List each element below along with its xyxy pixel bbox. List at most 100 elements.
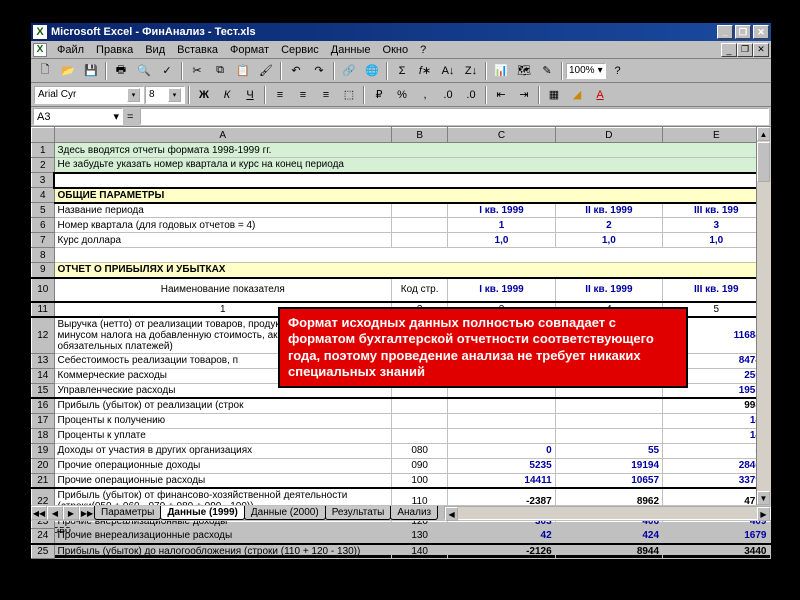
- cut-icon[interactable]: ✂: [186, 61, 208, 81]
- row-19[interactable]: 19: [32, 443, 55, 458]
- paste-icon[interactable]: 📋: [232, 61, 254, 81]
- row-7[interactable]: 7: [32, 233, 55, 248]
- row-24[interactable]: 24: [32, 529, 55, 544]
- print-icon[interactable]: 🖶: [110, 61, 132, 81]
- row-18[interactable]: 18: [32, 428, 55, 443]
- tab-results[interactable]: Результаты: [325, 506, 392, 520]
- align-center-icon[interactable]: ≡: [292, 85, 314, 105]
- menu-tools[interactable]: Сервис: [275, 43, 325, 57]
- tab-data-2000[interactable]: Данные (2000): [244, 506, 326, 520]
- menu-file[interactable]: Файл: [51, 43, 90, 57]
- col-C[interactable]: C: [448, 128, 555, 143]
- cell-a3[interactable]: [54, 173, 770, 188]
- row-15[interactable]: 15: [32, 383, 55, 398]
- format-painter-icon[interactable]: 🖌: [255, 61, 277, 81]
- autosum-icon[interactable]: Σ: [391, 61, 413, 81]
- row-8[interactable]: 8: [32, 248, 55, 263]
- row-25[interactable]: 25: [32, 544, 55, 559]
- row-2[interactable]: 2: [32, 158, 55, 173]
- hint2[interactable]: Не забудьте указать номер квартала и кур…: [54, 158, 770, 173]
- sort-asc-icon[interactable]: A↓: [437, 61, 459, 81]
- tab-first-icon[interactable]: ◀◀: [31, 506, 47, 520]
- font-color-icon[interactable]: A: [589, 85, 611, 105]
- align-left-icon[interactable]: ≡: [269, 85, 291, 105]
- bold-icon[interactable]: Ж: [193, 85, 215, 105]
- scroll-right-icon[interactable]: ▶: [757, 507, 770, 521]
- inc-indent-icon[interactable]: ⇥: [513, 85, 535, 105]
- row-21[interactable]: 21: [32, 473, 55, 488]
- sort-desc-icon[interactable]: Z↓: [460, 61, 482, 81]
- section-general[interactable]: ОБЩИЕ ПАРАМЕТРЫ: [54, 188, 770, 203]
- help-icon[interactable]: ?: [607, 61, 629, 81]
- row-5[interactable]: 5: [32, 203, 55, 218]
- menu-help[interactable]: ?: [414, 43, 432, 57]
- vertical-scrollbar[interactable]: ▲ ▼: [756, 127, 771, 505]
- row-4[interactable]: 4: [32, 188, 55, 203]
- close-button[interactable]: ✕: [753, 25, 769, 39]
- dec-indent-icon[interactable]: ⇤: [490, 85, 512, 105]
- inc-decimal-icon[interactable]: .0: [437, 85, 459, 105]
- tab-analysis[interactable]: Анализ: [390, 506, 438, 520]
- row-14[interactable]: 14: [32, 368, 55, 383]
- name-box[interactable]: A3▾: [33, 108, 123, 125]
- tab-data-1999[interactable]: Данные (1999): [160, 506, 245, 520]
- spell-icon[interactable]: ✓: [156, 61, 178, 81]
- map-icon[interactable]: 🗺: [513, 61, 535, 81]
- select-all[interactable]: [32, 128, 55, 143]
- currency-icon[interactable]: ₽: [368, 85, 390, 105]
- italic-icon[interactable]: К: [216, 85, 238, 105]
- mdi-close-button[interactable]: ✕: [753, 43, 769, 57]
- preview-icon[interactable]: 🔍: [133, 61, 155, 81]
- save-icon[interactable]: 💾: [80, 61, 102, 81]
- row-20[interactable]: 20: [32, 458, 55, 473]
- scroll-thumb[interactable]: [757, 142, 770, 182]
- comma-icon[interactable]: ,: [414, 85, 436, 105]
- menu-format[interactable]: Формат: [224, 43, 275, 57]
- fill-color-icon[interactable]: ◢: [566, 85, 588, 105]
- font-size-combo[interactable]: 8▾: [145, 86, 185, 104]
- menu-data[interactable]: Данные: [325, 43, 377, 57]
- row-16[interactable]: 16: [32, 398, 55, 413]
- row-6[interactable]: 6: [32, 218, 55, 233]
- row-3[interactable]: 3: [32, 173, 55, 188]
- redo-icon[interactable]: ↷: [308, 61, 330, 81]
- open-icon[interactable]: 📂: [57, 61, 79, 81]
- web-icon[interactable]: 🌐: [361, 61, 383, 81]
- row-11[interactable]: 11: [32, 302, 55, 317]
- new-icon[interactable]: 🗋: [34, 61, 56, 81]
- horizontal-scrollbar[interactable]: ◀ ▶: [444, 506, 771, 520]
- borders-icon[interactable]: ▦: [543, 85, 565, 105]
- chart-icon[interactable]: 📊: [490, 61, 512, 81]
- underline-icon[interactable]: Ч: [239, 85, 261, 105]
- row-10[interactable]: 10: [32, 278, 55, 302]
- tab-params[interactable]: Параметры: [94, 506, 161, 520]
- mdi-minimize-button[interactable]: _: [721, 43, 737, 57]
- row-12[interactable]: 12: [32, 317, 55, 354]
- col-D[interactable]: D: [555, 128, 662, 143]
- row-13[interactable]: 13: [32, 353, 55, 368]
- undo-icon[interactable]: ↶: [285, 61, 307, 81]
- copy-icon[interactable]: ⧉: [209, 61, 231, 81]
- menu-window[interactable]: Окно: [377, 43, 415, 57]
- section-pl[interactable]: ОТЧЕТ О ПРИБЫЛЯХ И УБЫТКАХ: [54, 263, 770, 278]
- merge-icon[interactable]: ⬚: [338, 85, 360, 105]
- menu-edit[interactable]: Правка: [90, 43, 139, 57]
- maximize-button[interactable]: ❐: [735, 25, 751, 39]
- scroll-up-icon[interactable]: ▲: [757, 127, 770, 141]
- tab-next-icon[interactable]: ▶: [63, 506, 79, 520]
- tab-last-icon[interactable]: ▶▶: [79, 506, 95, 520]
- dec-decimal-icon[interactable]: .0: [460, 85, 482, 105]
- tab-prev-icon[interactable]: ◀: [47, 506, 63, 520]
- row-1[interactable]: 1: [32, 143, 55, 158]
- align-right-icon[interactable]: ≡: [315, 85, 337, 105]
- col-A[interactable]: A: [54, 128, 392, 143]
- percent-icon[interactable]: %: [391, 85, 413, 105]
- zoom-combo[interactable]: 100%▾: [566, 63, 606, 79]
- formula-input[interactable]: [140, 108, 769, 125]
- col-B[interactable]: B: [392, 128, 448, 143]
- mdi-restore-button[interactable]: ❐: [737, 43, 753, 57]
- col-E[interactable]: E: [663, 128, 770, 143]
- draw-icon[interactable]: ✎: [536, 61, 558, 81]
- hint1[interactable]: Здесь вводятся отчеты формата 1998-1999 …: [54, 143, 770, 158]
- row-9[interactable]: 9: [32, 263, 55, 278]
